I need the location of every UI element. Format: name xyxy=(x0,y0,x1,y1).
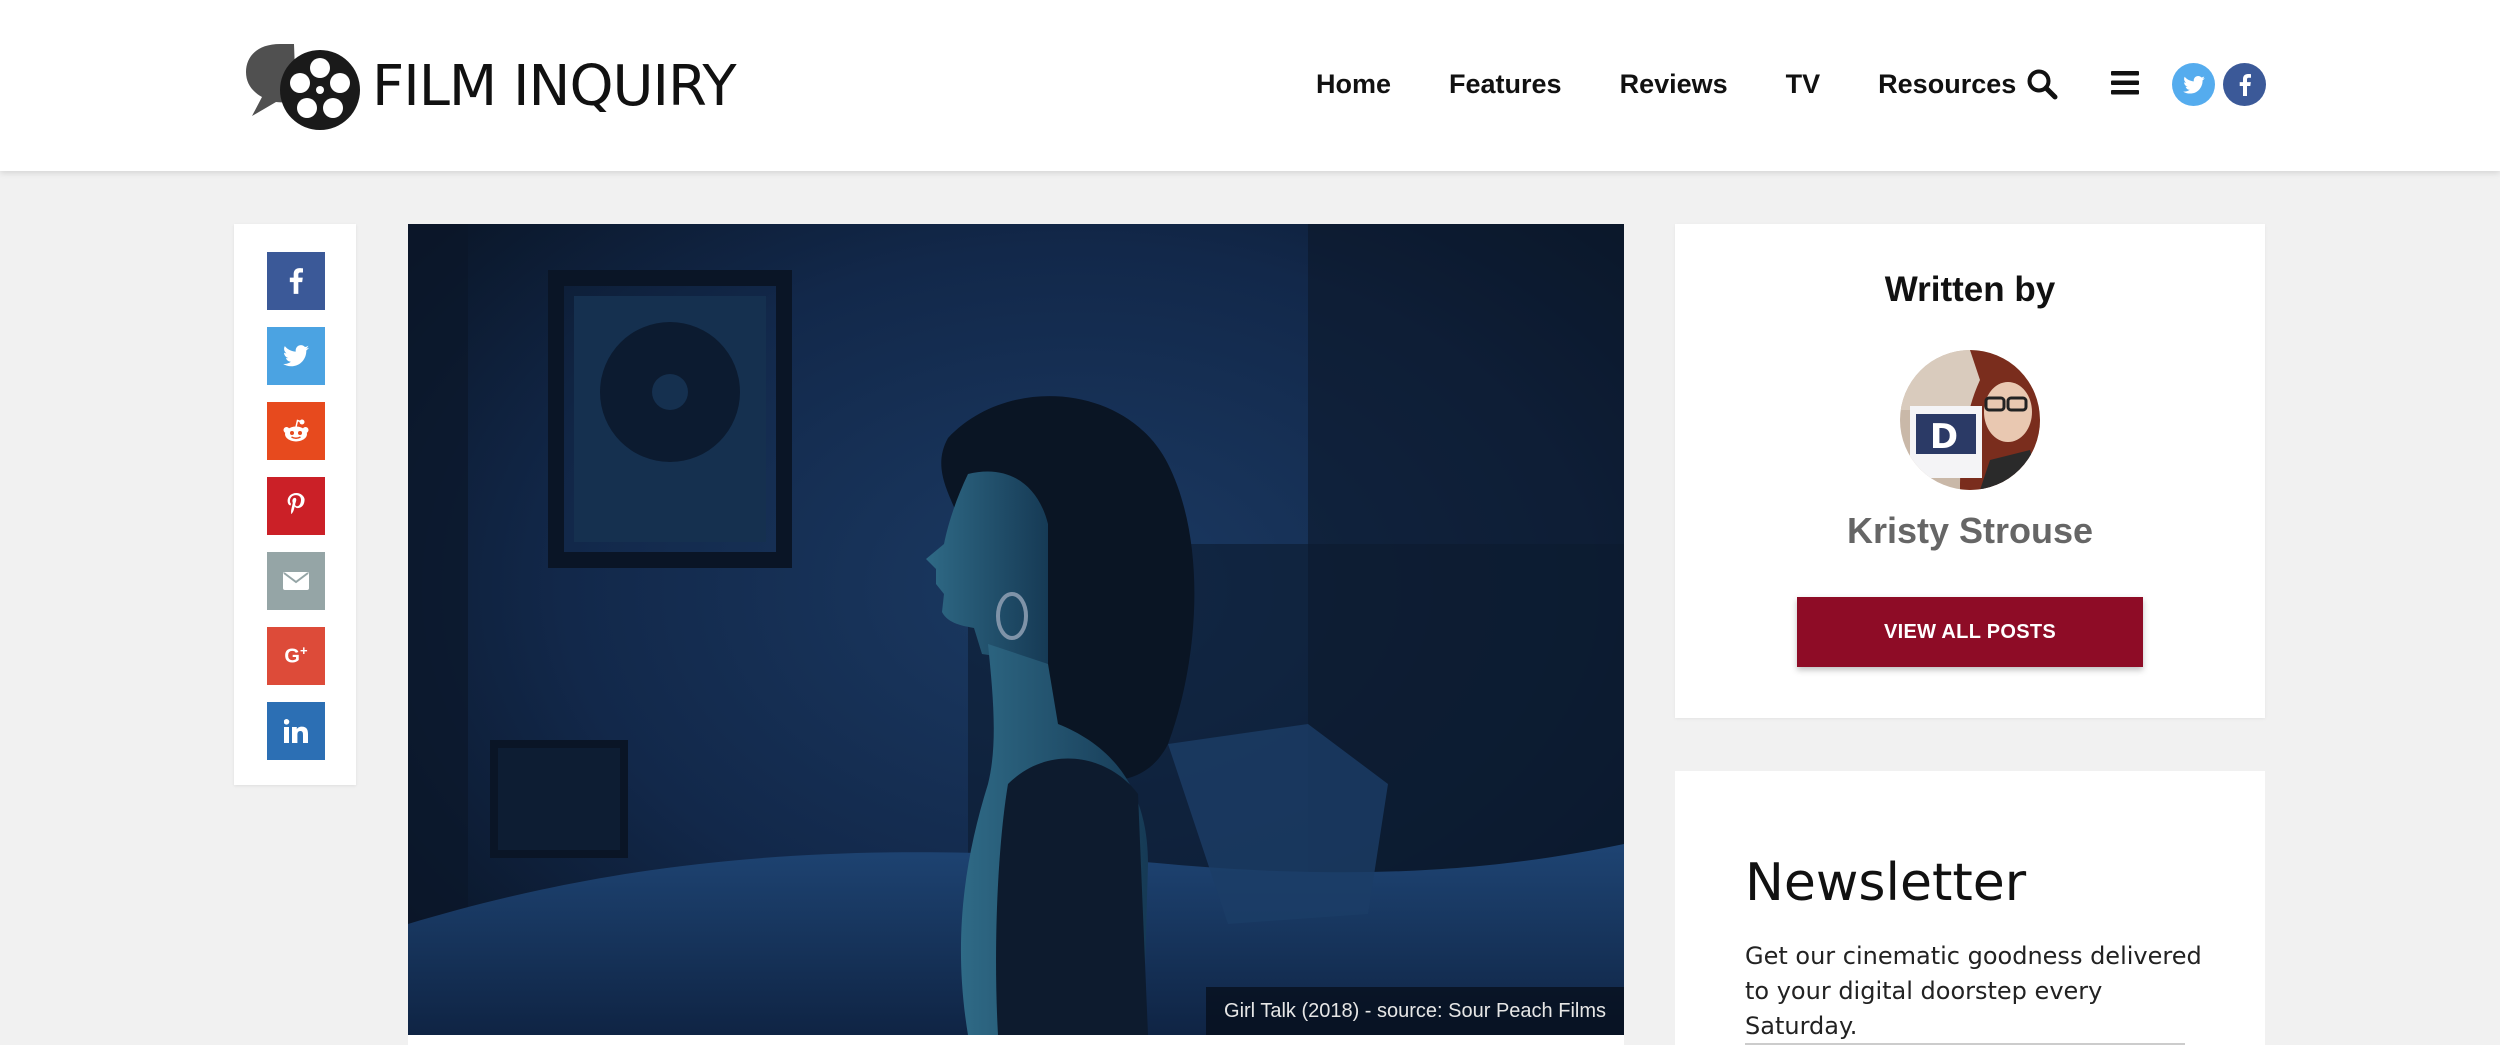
share-bar: G+ xyxy=(234,224,356,785)
facebook-icon[interactable] xyxy=(2223,63,2266,106)
author-name[interactable]: Kristy Strouse xyxy=(1675,510,2265,552)
newsletter-widget: Newsletter Get our cinematic goodness de… xyxy=(1675,771,2265,1045)
site-title: FILM INQUIRY xyxy=(372,53,737,119)
film-reel-icon xyxy=(240,36,370,136)
article-body-top xyxy=(408,1035,1624,1045)
site-logo[interactable]: FILM INQUIRY xyxy=(240,36,737,136)
nav-item-features[interactable]: Features xyxy=(1449,69,1562,100)
hero-photo xyxy=(408,224,1624,1035)
nav-item-home[interactable]: Home xyxy=(1316,69,1391,100)
email-icon xyxy=(283,572,309,590)
main-nav: Home Features Reviews TV Resources xyxy=(1316,58,2074,110)
twitter-icon[interactable] xyxy=(2172,63,2215,106)
nav-item-reviews[interactable]: Reviews xyxy=(1620,69,1728,100)
share-twitter-button[interactable] xyxy=(267,327,325,385)
avatar[interactable]: D xyxy=(1900,350,2040,490)
svg-text:D: D xyxy=(1930,417,1958,457)
hero-image: Girl Talk (2018) - source: Sour Peach Fi… xyxy=(408,224,1624,1035)
author-widget: Written by D Kristy Strouse VIEW ALL POS… xyxy=(1675,224,2265,718)
nav-item-resources[interactable]: Resources xyxy=(1878,69,2016,100)
search-icon[interactable] xyxy=(2026,68,2058,100)
facebook-icon xyxy=(289,268,303,294)
newsletter-description: Get our cinematic goodness delivered to … xyxy=(1745,942,2202,1040)
menu-icon[interactable] xyxy=(2111,70,2139,96)
share-linkedin-button[interactable] xyxy=(267,702,325,760)
share-email-button[interactable] xyxy=(267,552,325,610)
nav-item-tv[interactable]: TV xyxy=(1786,69,1821,100)
share-pinterest-button[interactable] xyxy=(267,477,325,535)
share-reddit-button[interactable] xyxy=(267,402,325,460)
twitter-icon xyxy=(283,345,309,367)
view-all-posts-button[interactable]: VIEW ALL POSTS xyxy=(1797,597,2143,667)
google-plus-icon: G+ xyxy=(284,643,308,668)
author-heading: Written by xyxy=(1884,270,2056,309)
share-google-plus-button[interactable]: G+ xyxy=(267,627,325,685)
linkedin-icon xyxy=(284,719,308,743)
hero-caption: Girl Talk (2018) - source: Sour Peach Fi… xyxy=(1206,987,1624,1035)
reddit-icon xyxy=(283,419,309,442)
newsletter-title: Newsletter xyxy=(1745,853,2027,913)
pinterest-icon xyxy=(287,493,305,515)
site-header: FILM INQUIRY Home Features Reviews TV Re… xyxy=(0,0,2500,171)
share-facebook-button[interactable] xyxy=(267,252,325,310)
